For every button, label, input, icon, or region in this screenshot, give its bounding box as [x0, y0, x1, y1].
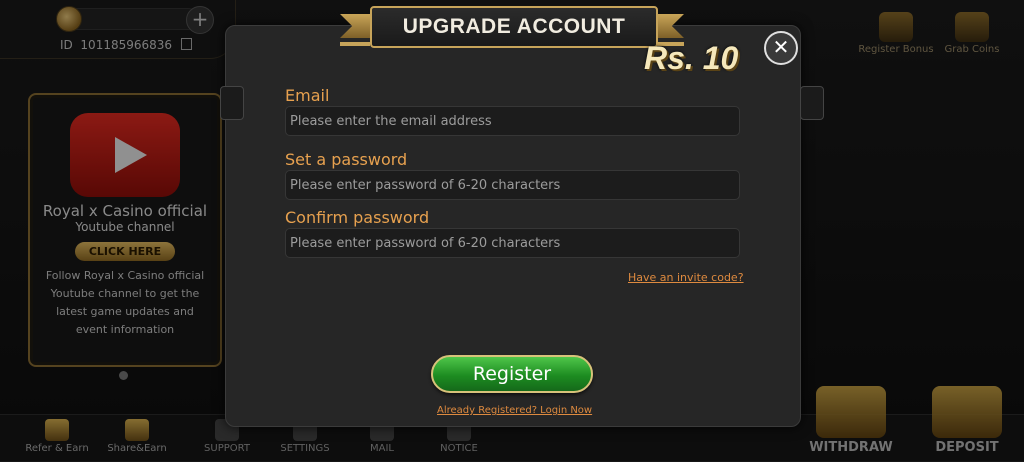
reward-amount: Rs. 10: [644, 40, 739, 76]
close-icon[interactable]: ✕: [764, 31, 798, 65]
login-now-link[interactable]: Already Registered? Login Now: [437, 405, 592, 416]
dialog-left-tab: [220, 86, 244, 120]
password-label: Set a password: [285, 150, 408, 169]
confirm-password-field[interactable]: [285, 228, 740, 258]
email-field[interactable]: [285, 106, 740, 136]
dialog-right-tab: [800, 86, 824, 120]
dialog-title: UPGRADE ACCOUNT: [370, 6, 658, 48]
email-label: Email: [285, 86, 330, 105]
register-button[interactable]: Register: [431, 355, 593, 393]
confirm-password-label: Confirm password: [285, 208, 430, 227]
invite-code-link[interactable]: Have an invite code?: [628, 271, 744, 284]
password-field[interactable]: [285, 170, 740, 200]
banner-rod-left: [340, 42, 370, 46]
